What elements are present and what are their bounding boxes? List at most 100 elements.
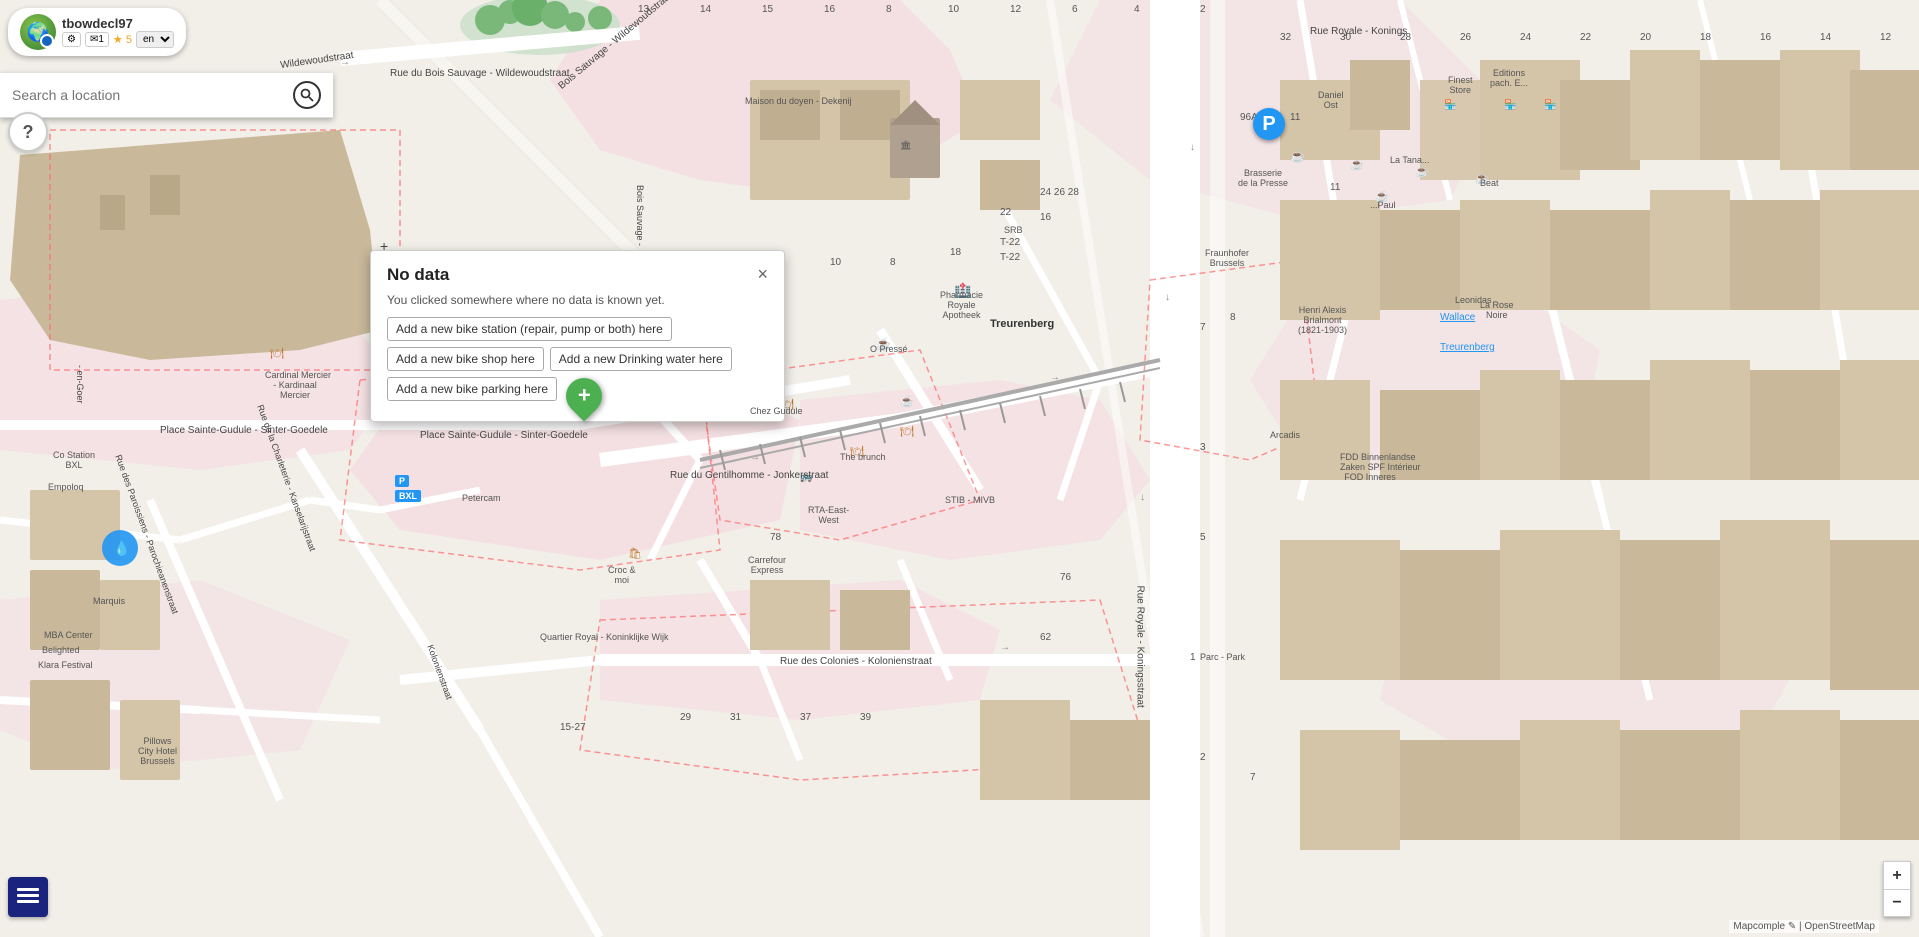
poi-fraunhofer: FraunhoferBrussels: [1205, 248, 1249, 268]
poi-quartier-royal: Quartier Royal - Koninklijke Wijk: [540, 632, 600, 642]
svg-text:4: 4: [1134, 4, 1140, 15]
poi-petercam: Petercam: [462, 493, 501, 503]
svg-text:24 26 28: 24 26 28: [1040, 187, 1079, 198]
svg-text:→: →: [1000, 642, 1010, 653]
search-input[interactable]: [12, 87, 293, 103]
road-label-gudule-1: Place Sainte-Gudule - Sinter-Goedele: [160, 425, 328, 436]
zoom-out-button[interactable]: −: [1883, 889, 1911, 917]
road-label-en-goer: - en-Goer: [75, 365, 85, 404]
poi-parc: Parc - Park: [1200, 652, 1245, 662]
zoom-controls: + −: [1883, 861, 1911, 917]
star-rating: ★ 5: [113, 33, 132, 46]
svg-text:💧: 💧: [113, 540, 130, 557]
poi-pharmacie: PharmacieRoyaleApotheek: [940, 290, 983, 320]
add-bike-parking-button[interactable]: Add a new bike parking here: [387, 377, 557, 401]
link-treurenberg[interactable]: Treurenberg: [1440, 342, 1495, 353]
poi-editions-pach: Editionspach. E...: [1490, 68, 1528, 88]
poi-belighted: Belighted: [42, 645, 80, 655]
road-label-colonies: Rue des Colonies - Kolonienstraat: [780, 656, 932, 667]
language-selector[interactable]: en fr nl: [136, 31, 174, 48]
settings-button[interactable]: ⚙: [62, 32, 81, 47]
link-wallace[interactable]: Wallace: [1440, 312, 1475, 323]
layers-icon: [17, 888, 39, 906]
parking-icon-large: P: [1253, 108, 1285, 140]
svg-text:32: 32: [1280, 32, 1292, 43]
svg-text:→: →: [750, 452, 760, 463]
add-bike-station-button[interactable]: Add a new bike station (repair, pump or …: [387, 317, 672, 341]
svg-text:☕: ☕: [1415, 164, 1429, 178]
road-label-royale-2: Rue Royale - Konings: [1310, 26, 1407, 37]
svg-text:14: 14: [700, 4, 712, 15]
map-cross-symbol: +: [380, 238, 388, 254]
svg-text:12: 12: [1880, 32, 1892, 43]
svg-text:12: 12: [1010, 4, 1022, 15]
road-label-bxl-marker: BXL: [395, 490, 421, 502]
svg-text:14: 14: [1820, 32, 1832, 43]
svg-text:☕: ☕: [1350, 157, 1364, 171]
poi-beat: Beat: [1480, 178, 1499, 188]
svg-text:2: 2: [1200, 752, 1206, 763]
poi-la-rose: La RoseNoire: [1480, 300, 1514, 320]
road-label-bois-sauvage-1: Rue du Bois Sauvage - Wildewoudstraat: [390, 68, 570, 79]
add-bike-shop-button[interactable]: Add a new bike shop here: [387, 347, 544, 371]
poi-cardinal-mercier: Cardinal Mercier- KardinaalMercier: [265, 370, 325, 400]
svg-text:20: 20: [1640, 32, 1652, 43]
layers-button[interactable]: [8, 877, 48, 917]
popup-header: No data ×: [387, 265, 768, 285]
poi-srb: SRB: [1004, 225, 1023, 235]
svg-text:62: 62: [1040, 632, 1052, 643]
svg-text:6: 6: [1072, 4, 1078, 15]
popup-btn-row-1: Add a new bike station (repair, pump or …: [387, 317, 768, 341]
poi-opresse: O Pressé: [870, 344, 908, 354]
svg-text:18: 18: [1700, 32, 1712, 43]
svg-text:31: 31: [730, 712, 742, 723]
svg-text:78: 78: [770, 532, 782, 543]
svg-text:22: 22: [1580, 32, 1592, 43]
poi-chez-gudule: Chez Gudule: [750, 406, 803, 416]
svg-text:10: 10: [830, 257, 842, 268]
poi-empoloq: Empoloq: [48, 482, 84, 492]
map-container[interactable]: → → → → → → → → ↓ ↓ ↓ 13 14 15 16 8 10 1…: [0, 0, 1919, 937]
avatar: 🌍: [20, 14, 56, 50]
svg-text:🛍: 🛍: [628, 547, 642, 560]
svg-text:26: 26: [1460, 32, 1472, 43]
svg-text:🏪: 🏪: [1504, 98, 1516, 111]
user-meta: ⚙ ✉1 ★ 5 en fr nl: [62, 31, 174, 48]
poi-croc: Croc &moi: [608, 565, 636, 585]
svg-text:18: 18: [950, 247, 962, 258]
add-drinking-water-button[interactable]: Add a new Drinking water here: [550, 347, 732, 371]
poi-la-tana: La Tana...: [1390, 155, 1429, 165]
mail-button[interactable]: ✉1: [85, 32, 109, 47]
poi-maison-doyen: Maison du doyen - Dekenij: [745, 96, 805, 106]
road-label-gudule-2: Place Sainte-Gudule - Sinter-Goedele: [420, 430, 588, 441]
poi-fdd: FDD BinnenlandseZaken SPF IntérieurFOD I…: [1340, 452, 1400, 482]
zoom-in-button[interactable]: +: [1883, 861, 1911, 889]
svg-text:↓: ↓: [1140, 492, 1145, 503]
svg-text:15: 15: [762, 4, 774, 15]
poi-mba: MBA Center: [44, 630, 93, 640]
search-button[interactable]: [293, 81, 321, 109]
svg-text:🏪: 🏪: [1444, 98, 1456, 111]
user-panel[interactable]: 🌍 tbowdecl97 ⚙ ✉1 ★ 5 en fr nl: [8, 8, 186, 56]
poi-finest-store: FinestStore: [1448, 75, 1473, 95]
svg-text:22: 22: [1000, 207, 1012, 218]
help-button[interactable]: ?: [8, 112, 48, 152]
svg-text:🍽: 🍽: [270, 347, 284, 360]
popup-close-button[interactable]: ×: [757, 265, 768, 283]
popup-description: You clicked somewhere where no data is k…: [387, 293, 768, 307]
attribution: Mapcomple ✎ | OpenStreetMap: [1729, 920, 1879, 933]
svg-text:37: 37: [800, 712, 812, 723]
username: tbowdecl97: [62, 16, 174, 31]
svg-text:16: 16: [824, 4, 836, 15]
poi-paul: ...Paul: [1370, 200, 1396, 210]
svg-text:11: 11: [1290, 112, 1301, 123]
poi-brasserie: Brasseriede la Presse: [1238, 168, 1288, 188]
svg-text:3: 3: [1200, 442, 1206, 453]
poi-stib: STIB - MIVB: [945, 495, 995, 505]
attribution-text: Mapcomple ✎ | OpenStreetMap: [1733, 921, 1875, 932]
svg-text:10: 10: [948, 4, 960, 15]
svg-text:16: 16: [1760, 32, 1772, 43]
road-label-royale-1: Rue Royale - Koningsstraat: [1135, 586, 1146, 708]
svg-text:↓: ↓: [1165, 292, 1170, 303]
svg-text:→: →: [1050, 372, 1060, 383]
